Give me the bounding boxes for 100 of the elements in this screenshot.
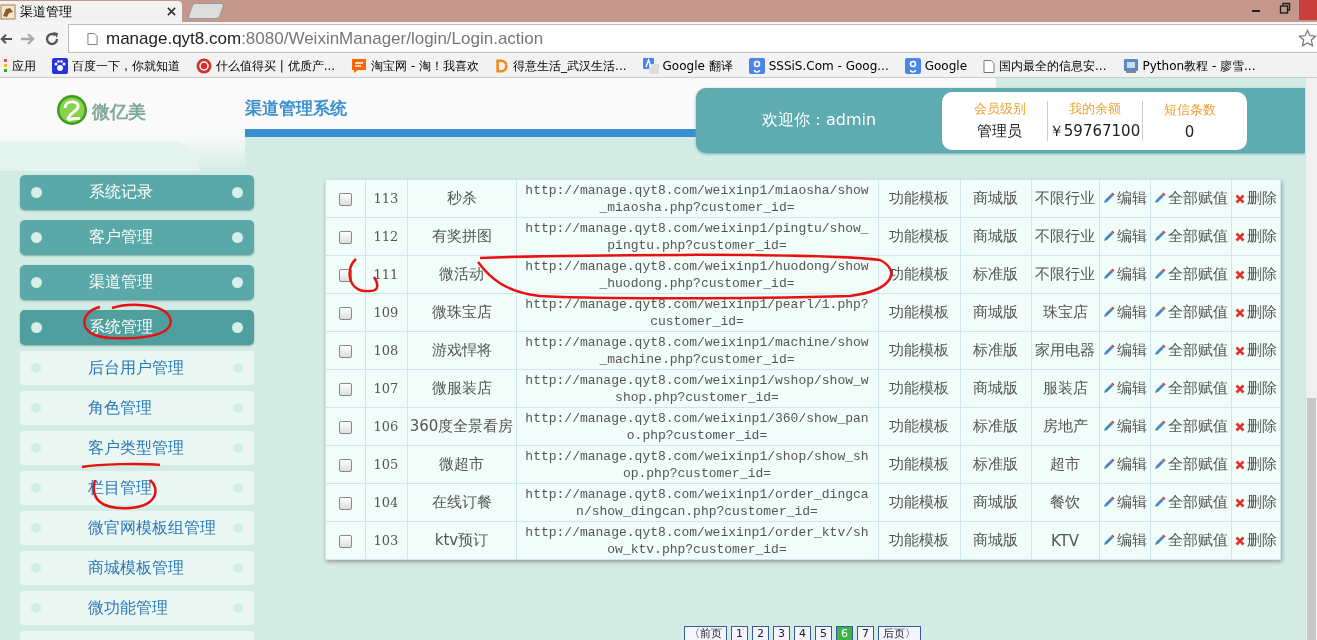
pencil-icon (1153, 420, 1166, 433)
page-icon (87, 31, 98, 46)
row-checkbox[interactable] (338, 192, 352, 206)
close-icon (1234, 535, 1245, 546)
pencil-icon (1102, 534, 1115, 547)
pencil-icon (1153, 382, 1166, 395)
table-cell: ktv预订 (407, 521, 516, 560)
table-cell: 105 (365, 445, 407, 484)
submenu-item[interactable]: 后台用户管理 (20, 351, 254, 385)
table-cell: 104 (365, 483, 407, 522)
table-cell: 功能模板 (878, 521, 960, 560)
paw-icon (52, 58, 68, 74)
row-checkbox[interactable] (338, 458, 352, 472)
table-cell: 服装店 (1031, 369, 1099, 408)
table-cell: 家用电器 (1031, 331, 1099, 370)
submenu-item[interactable]: 角色管理 (20, 391, 254, 425)
pencil-icon (1102, 268, 1115, 281)
browser-tab[interactable]: 渠道管理 (0, 1, 182, 22)
bookmark-item[interactable]: 国内最全的信息安... (979, 57, 1111, 75)
table-cell: 商城版 (960, 293, 1031, 332)
table-cell: 标准版 (960, 255, 1031, 294)
bookmark-item[interactable]: 百度一下，你就知道 (48, 57, 184, 75)
horse-icon (0, 3, 16, 20)
pencil-icon (1153, 496, 1166, 509)
table-cell: 功能模板 (878, 293, 960, 332)
page-link[interactable]: 〈前页 (684, 626, 727, 640)
row-checkbox[interactable] (338, 344, 352, 358)
forward-icon[interactable] (20, 31, 36, 46)
restore-icon[interactable] (1279, 2, 1291, 14)
close-icon (1234, 193, 1245, 204)
table-cell: 商城版 (960, 217, 1031, 256)
seal-icon (196, 58, 212, 74)
pencil-icon (1153, 534, 1166, 547)
row-checkbox[interactable] (338, 420, 352, 434)
stat-value: 0 (1184, 122, 1195, 141)
bookmark-item[interactable]: 得意生活_武汉生活... (491, 57, 631, 75)
stat-label: 短信条数 (1163, 100, 1216, 119)
apps-icon (4, 59, 8, 73)
pencil-icon (1153, 268, 1166, 281)
bookmark-item[interactable]: Python教程 - 廖雪... (1118, 57, 1260, 75)
table-cell: 不限行业 (1031, 179, 1099, 218)
page-link[interactable]: 5 (815, 626, 832, 640)
row-checkbox[interactable] (338, 496, 352, 510)
close-icon (1234, 497, 1245, 508)
pencil-icon (1153, 192, 1166, 205)
bookmark-item[interactable]: Google 翻译 (638, 57, 737, 75)
table-cell: 103 (365, 521, 407, 560)
pencil-icon (1153, 344, 1166, 357)
page-link[interactable]: 7 (857, 626, 874, 640)
table-cell: 商城版 (960, 179, 1031, 218)
row-checkbox[interactable] (338, 306, 352, 320)
page-link[interactable]: 1 (731, 626, 748, 640)
table-cell: 不限行业 (1031, 255, 1099, 294)
scrollbar[interactable] (1305, 78, 1317, 640)
reload-icon[interactable] (44, 30, 60, 47)
table-cell: 108 (365, 331, 407, 370)
bookmark-item[interactable]: 什么值得买 | 优质产... (192, 57, 340, 75)
table-cell: 商城版 (960, 521, 1031, 560)
submenu-item[interactable]: 商城模板管理 (20, 551, 254, 585)
table-cell: 在线订餐 (407, 483, 516, 522)
translate-icon (642, 58, 659, 74)
scrollbar-thumb[interactable] (1307, 398, 1316, 640)
address-bar[interactable]: manage.qyt8.com:8080/WeixinManager/login/Login.action (68, 24, 1317, 53)
star-icon[interactable] (1298, 29, 1317, 48)
table-cell: 107 (365, 369, 407, 408)
table-cell: 商城版 (960, 369, 1031, 408)
row-checkbox[interactable] (338, 382, 352, 396)
pencil-icon (1153, 306, 1166, 319)
pencil-icon (1102, 382, 1115, 395)
back-icon[interactable] (0, 31, 12, 46)
page-link[interactable]: 4 (794, 626, 811, 640)
pencil-icon (1102, 306, 1115, 319)
table-cell: 有奖拼图 (407, 217, 516, 256)
row-checkbox[interactable] (338, 534, 352, 548)
new-tab-button[interactable] (187, 3, 225, 19)
close-icon (1234, 421, 1245, 432)
close-icon (1234, 383, 1245, 394)
table-cell: 113 (365, 179, 407, 218)
submenu-item[interactable]: 客户类型管理 (20, 431, 254, 465)
page-link[interactable]: 后页〉 (878, 626, 921, 640)
bookmark-item[interactable]: 淘宝网 - 淘！我喜欢 (347, 57, 484, 75)
table-cell: 111 (365, 255, 407, 294)
submenu-item[interactable]: 微功能管理 (20, 591, 254, 625)
bookmark-item[interactable]: 应用 (0, 57, 40, 75)
page-link[interactable]: 2 (752, 626, 769, 640)
close-icon (1234, 231, 1245, 242)
table-cell: 功能模板 (878, 179, 960, 218)
close-icon[interactable] (167, 7, 176, 16)
page-link[interactable]: 3 (773, 626, 790, 640)
pencil-icon (1102, 420, 1115, 433)
table-cell: 功能模板 (878, 369, 960, 408)
bookmark-item[interactable]: Google (900, 58, 972, 74)
bookmark-item[interactable]: SSSiS.Com - Goog... (744, 58, 893, 74)
table-cell: 功能模板 (878, 483, 960, 522)
close-icon (1234, 269, 1245, 280)
pencil-icon (1102, 230, 1115, 243)
stat-value: ￥59767100 (1048, 122, 1141, 141)
submenu-item[interactable]: 微官网模板组管理 (20, 511, 254, 545)
row-checkbox[interactable] (338, 230, 352, 244)
table-cell: 微服装店 (407, 369, 516, 408)
